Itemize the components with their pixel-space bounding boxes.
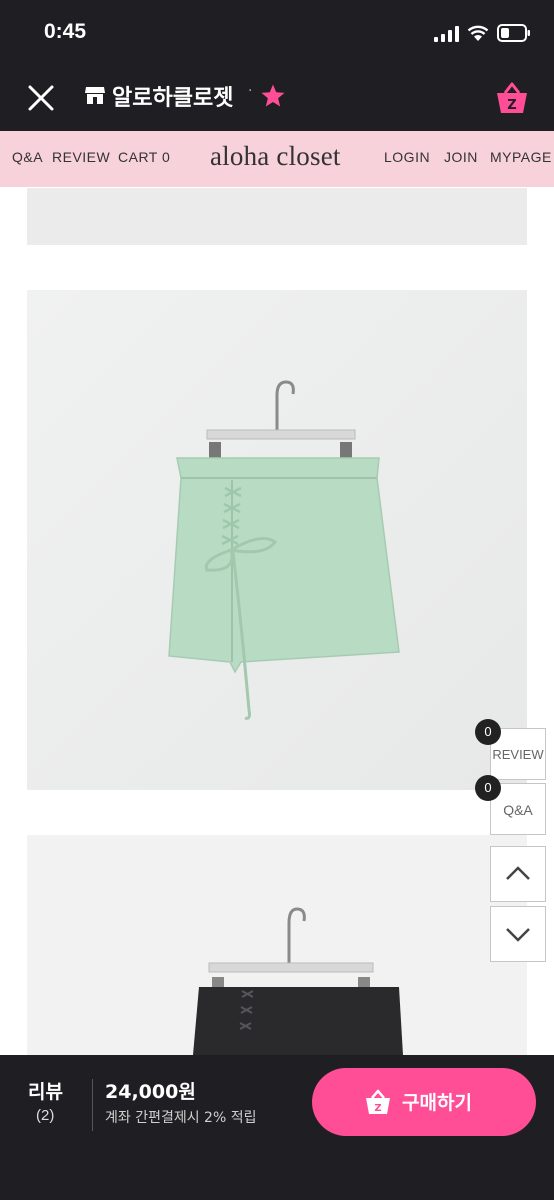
shopping-basket-icon: Z	[366, 1089, 390, 1114]
title-separator: ·	[248, 83, 253, 99]
close-icon[interactable]	[24, 81, 58, 115]
site-logo[interactable]: aloha closet	[210, 141, 341, 172]
star-icon[interactable]	[260, 83, 286, 109]
signal-icon	[434, 26, 459, 42]
mint-skirt-illustration	[27, 290, 527, 790]
product-photo-black-skirt	[27, 835, 527, 1055]
side-review-label: REVIEW	[492, 747, 544, 762]
black-skirt-illustration	[27, 835, 527, 1055]
scroll-up-button[interactable]	[490, 846, 546, 902]
payment-benefit: 계좌 간편결제시 2% 적립	[105, 1110, 257, 1126]
cart-link[interactable]: CART 0	[118, 149, 170, 165]
login-link[interactable]: LOGIN	[384, 149, 430, 165]
app-nav-bar: 알로하클로젯 · Z	[0, 64, 554, 131]
buy-button[interactable]: Z 구매하기	[312, 1068, 536, 1136]
scroll-down-button[interactable]	[490, 906, 546, 962]
buy-button-label: 구매하기	[402, 1092, 472, 1114]
site-header: Q&A REVIEW CART 0 aloha closet LOGIN JOI…	[0, 131, 554, 187]
qa-count-badge: 0	[475, 775, 501, 801]
svg-text:Z: Z	[374, 1103, 381, 1114]
svg-text:Z: Z	[507, 98, 516, 113]
status-bar: 0:45	[0, 0, 554, 64]
review-summary-count[interactable]: (2)	[36, 1107, 54, 1124]
review-summary-label[interactable]: 리뷰	[28, 1077, 63, 1104]
chevron-up-icon	[506, 866, 530, 880]
chevron-down-icon	[506, 928, 530, 942]
shop-name[interactable]: 알로하클로젯	[112, 80, 233, 112]
mypage-link[interactable]: MYPAGE	[490, 149, 552, 165]
shopping-basket-icon[interactable]: Z	[494, 80, 530, 116]
side-qa-label: Q&A	[503, 802, 533, 818]
product-photo-partial	[27, 188, 527, 245]
status-time: 0:45	[44, 20, 87, 43]
qa-link[interactable]: Q&A	[12, 149, 43, 165]
purchase-bar: 리뷰 (2) 24,000원 계좌 간편결제시 2% 적립 Z 구매하기	[0, 1055, 554, 1200]
divider	[92, 1079, 93, 1131]
review-count-badge: 0	[475, 719, 501, 745]
join-link[interactable]: JOIN	[444, 149, 478, 165]
wifi-icon	[467, 25, 489, 41]
product-photo-mint-skirt	[27, 290, 527, 790]
shop-icon	[85, 87, 105, 104]
product-price: 24,000원	[105, 1081, 196, 1103]
review-link[interactable]: REVIEW	[52, 149, 110, 165]
battery-icon	[497, 24, 530, 42]
